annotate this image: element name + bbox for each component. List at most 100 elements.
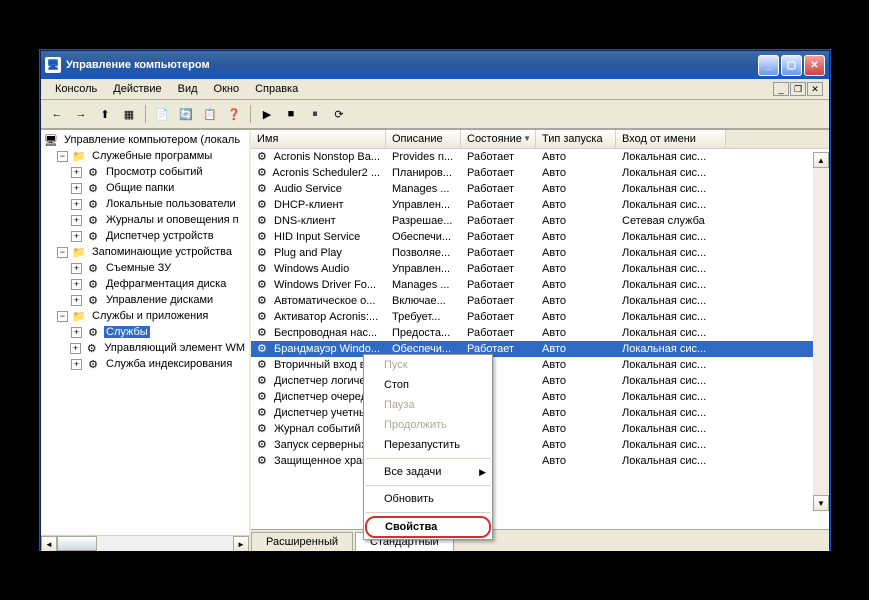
col-start[interactable]: Тип запуска <box>536 130 616 148</box>
expand-icon[interactable]: + <box>71 295 82 306</box>
tab-extended[interactable]: Расширенный <box>251 532 353 551</box>
titlebar[interactable]: 🖥 Управление компьютером _ ▢ ✕ <box>41 51 829 79</box>
tree-item[interactable]: +⚙Службы <box>43 324 247 340</box>
service-row[interactable]: ⚙Активатор Acronis:...Требует...Работает… <box>251 309 829 325</box>
service-row[interactable]: ⚙Беспроводная нас...Предоста...РаботаетА… <box>251 325 829 341</box>
ctx-restart[interactable]: Перезапустить <box>364 435 492 455</box>
ctx-refresh[interactable]: Обновить <box>364 489 492 509</box>
tree-root[interactable]: 🖥Управление компьютером (локаль <box>43 132 247 148</box>
services-list: Имя Описание Состояние▼ Тип запуска Вход… <box>251 130 829 529</box>
ctx-resume[interactable]: Продолжить <box>364 415 492 435</box>
tree-group[interactable]: −📁Запоминающие устройства <box>43 244 247 260</box>
service-row[interactable]: ⚙Acronis Nonstop Ba...Provides n...Работ… <box>251 149 829 165</box>
pause-button[interactable]: ⏸ <box>304 103 326 125</box>
item-icon: ⚙ <box>85 213 101 227</box>
ctx-properties[interactable]: Свойства <box>365 516 491 538</box>
maximize-button[interactable]: ▢ <box>781 55 802 76</box>
tree-item[interactable]: +⚙Локальные пользователи <box>43 196 247 212</box>
scroll-up-icon[interactable]: ▲ <box>813 152 829 168</box>
col-name[interactable]: Имя <box>251 130 386 148</box>
menu-action[interactable]: Действие <box>105 81 169 97</box>
col-state[interactable]: Состояние▼ <box>461 130 536 148</box>
mdi-close[interactable]: ✕ <box>807 82 823 96</box>
tree-item[interactable]: +⚙Управление дисками <box>43 292 247 308</box>
expand-icon[interactable]: + <box>71 263 82 274</box>
service-row[interactable]: ⚙HID Input ServiceОбеспечи...РаботаетАвт… <box>251 229 829 245</box>
col-logon[interactable]: Вход от имени <box>616 130 726 148</box>
tree-item[interactable]: +⚙Журналы и оповещения п <box>43 212 247 228</box>
ctx-pause[interactable]: Пауза <box>364 395 492 415</box>
up-button[interactable]: ⬆ <box>94 103 116 125</box>
gear-icon: ⚙ <box>257 438 271 452</box>
service-row[interactable]: ⚙Журнал событийАвтоЛокальная сис... <box>251 421 829 437</box>
menu-help[interactable]: Справка <box>247 81 306 97</box>
col-desc[interactable]: Описание <box>386 130 461 148</box>
menu-view[interactable]: Вид <box>170 81 206 97</box>
ctx-stop[interactable]: Стоп <box>364 375 492 395</box>
gear-icon: ⚙ <box>257 454 271 468</box>
tree-item[interactable]: +⚙Дефрагментация диска <box>43 276 247 292</box>
service-row[interactable]: ⚙Автоматическое о...Включае...РаботаетАв… <box>251 293 829 309</box>
minimize-button[interactable]: _ <box>758 55 779 76</box>
tree-item[interactable]: +⚙Служба индексирования <box>43 356 247 372</box>
forward-button[interactable]: → <box>70 103 92 125</box>
service-row[interactable]: ⚙Диспетчер очеред АвтоЛокальная сис... <box>251 389 829 405</box>
tree-item[interactable]: +⚙Съемные ЗУ <box>43 260 247 276</box>
service-row[interactable]: ⚙Windows Driver Fo...Manages ...Работает… <box>251 277 829 293</box>
close-button[interactable]: ✕ <box>804 55 825 76</box>
scroll-left-icon[interactable]: ◄ <box>41 536 57 551</box>
mdi-minimize[interactable]: _ <box>773 82 789 96</box>
ctx-start[interactable]: Пуск <box>364 355 492 375</box>
service-row[interactable]: ⚙Plug and PlayПозволяе...РаботаетАвтоЛок… <box>251 245 829 261</box>
ctx-all-tasks[interactable]: Все задачи▶ <box>364 462 492 482</box>
service-row[interactable]: ⚙Диспетчер логиче АвтоЛокальная сис... <box>251 373 829 389</box>
expand-icon[interactable]: + <box>71 279 82 290</box>
help-button[interactable]: ❓ <box>223 103 245 125</box>
expand-icon[interactable]: + <box>71 327 82 338</box>
service-row[interactable]: ⚙DNS-клиентРазрешае...РаботаетАвтоСетева… <box>251 213 829 229</box>
export-button[interactable]: 📋 <box>199 103 221 125</box>
service-row[interactable]: ⚙Диспетчер учетны АвтоЛокальная сис... <box>251 405 829 421</box>
collapse-icon[interactable]: − <box>57 311 68 322</box>
expand-icon[interactable]: + <box>71 199 82 210</box>
refresh-button[interactable]: 🔄 <box>175 103 197 125</box>
tree-item[interactable]: +⚙Просмотр событий <box>43 164 247 180</box>
scroll-right-icon[interactable]: ► <box>233 536 249 551</box>
service-row[interactable]: ⚙Windows AudioУправлен...РаботаетАвтоЛок… <box>251 261 829 277</box>
collapse-icon[interactable]: − <box>57 151 68 162</box>
service-row[interactable]: ⚙Запуск серверных АвтоЛокальная сис... <box>251 437 829 453</box>
expand-icon[interactable]: + <box>71 215 82 226</box>
expand-icon[interactable]: + <box>71 359 82 370</box>
expand-icon[interactable]: + <box>71 183 82 194</box>
service-row[interactable]: ⚙Acronis Scheduler2 ...Планиров...Работа… <box>251 165 829 181</box>
service-row[interactable]: ⚙Брандмауэр Windo...Обеспечи...РаботаетА… <box>251 341 829 357</box>
expand-icon[interactable]: + <box>70 343 81 354</box>
tree-group[interactable]: −📁Службы и приложения <box>43 308 247 324</box>
scroll-down-icon[interactable]: ▼ <box>813 495 829 511</box>
tree-hscrollbar[interactable]: ◄ ► <box>41 535 249 551</box>
tree-item[interactable]: +⚙Управляющий элемент WM <box>43 340 247 356</box>
tree-item[interactable]: +⚙Общие папки <box>43 180 247 196</box>
play-button[interactable]: ▶ <box>256 103 278 125</box>
tree-group[interactable]: −📁Служебные программы <box>43 148 247 164</box>
expand-icon[interactable]: + <box>71 167 82 178</box>
service-row[interactable]: ⚙Вторичный вход в АвтоЛокальная сис... <box>251 357 829 373</box>
mdi-restore[interactable]: ❐ <box>790 82 806 96</box>
collapse-icon[interactable]: − <box>57 247 68 258</box>
service-row[interactable]: ⚙Audio ServiceManages ...РаботаетАвтоЛок… <box>251 181 829 197</box>
expand-icon[interactable]: + <box>71 231 82 242</box>
back-button[interactable]: ← <box>46 103 68 125</box>
menu-window[interactable]: Окно <box>206 81 248 97</box>
menu-console[interactable]: Консоль <box>47 81 105 97</box>
service-row[interactable]: ⚙Защищенное хран АвтоЛокальная сис... <box>251 453 829 469</box>
scroll-thumb[interactable] <box>57 536 97 551</box>
service-row[interactable]: ⚙DHCP-клиентУправлен...РаботаетАвтоЛокал… <box>251 197 829 213</box>
list-vscrollbar[interactable]: ▲ ▼ <box>813 152 829 511</box>
tree-item[interactable]: +⚙Диспетчер устройств <box>43 228 247 244</box>
item-icon: ⚙ <box>85 165 101 179</box>
show-hide-button[interactable]: ▦ <box>118 103 140 125</box>
restart-button[interactable]: ⟳ <box>328 103 350 125</box>
separator <box>366 458 490 459</box>
stop-button[interactable]: ■ <box>280 103 302 125</box>
properties-button[interactable]: 📄 <box>151 103 173 125</box>
